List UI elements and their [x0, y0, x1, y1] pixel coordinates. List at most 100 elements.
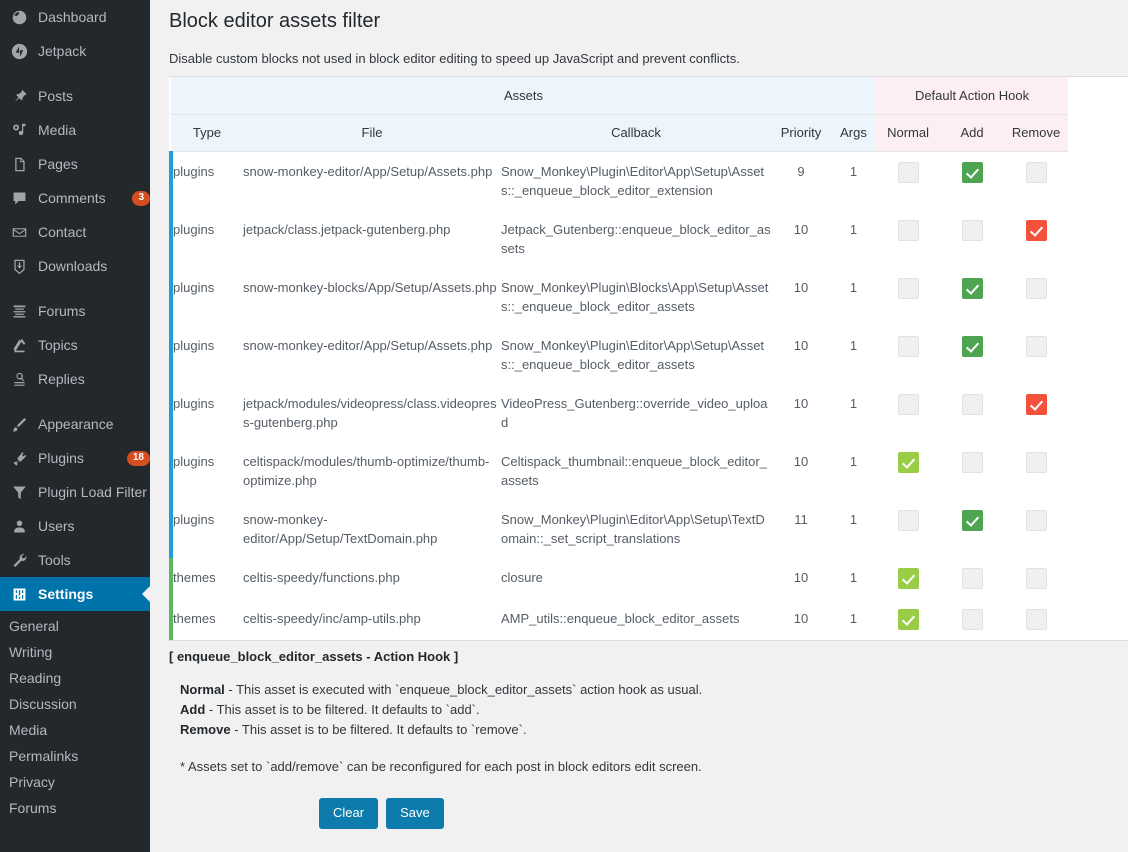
cell-add: [940, 499, 1005, 558]
add-checkbox[interactable]: [961, 277, 983, 299]
add-checkbox[interactable]: [961, 219, 983, 241]
add-checkbox[interactable]: [961, 567, 983, 589]
cell-type: themes: [169, 557, 243, 599]
assets-table: Assets Default Action Hook Type File Cal…: [169, 77, 1069, 640]
sidebar-item-dashboard[interactable]: Dashboard: [0, 0, 150, 34]
sidebar-item-settings[interactable]: Settings: [0, 577, 150, 611]
filter-icon: [9, 482, 29, 502]
sidebar-item-plugin-load-filter[interactable]: Plugin Load Filter: [0, 475, 150, 509]
cell-add: [940, 325, 1005, 384]
normal-checkbox[interactable]: [897, 451, 919, 473]
table-row: plugins snow-monkey-editor/App/Setup/Asse…: [169, 325, 1069, 384]
submenu-item-media[interactable]: Media: [0, 717, 150, 743]
sidebar-item-posts[interactable]: Posts: [0, 79, 150, 113]
cell-file: celtis-speedy/inc/amp-utils.php: [243, 598, 501, 640]
sidebar-item-appearance[interactable]: Appearance: [0, 407, 150, 441]
remove-checkbox[interactable]: [1025, 161, 1047, 183]
cell-type: themes: [169, 598, 243, 640]
cell-remove: [1004, 441, 1069, 500]
cell-file: snow-monkey-editor/App/Setup/Assets.php: [243, 151, 501, 210]
normal-checkbox[interactable]: [897, 608, 919, 630]
add-checkbox[interactable]: [961, 161, 983, 183]
remove-checkbox[interactable]: [1025, 219, 1047, 241]
submenu-item-privacy[interactable]: Privacy: [0, 769, 150, 795]
sidebar-item-jetpack[interactable]: Jetpack: [0, 34, 150, 68]
save-button[interactable]: Save: [386, 798, 444, 830]
sidebar-item-users[interactable]: Users: [0, 509, 150, 543]
column-header-add: Add: [940, 114, 1005, 152]
cell-priority: 10: [771, 209, 831, 268]
submenu-item-forums[interactable]: Forums: [0, 795, 150, 821]
add-checkbox[interactable]: [961, 393, 983, 415]
remove-checkbox[interactable]: [1025, 567, 1047, 589]
normal-checkbox[interactable]: [897, 161, 919, 183]
cell-normal: [876, 209, 941, 268]
main-content: Block editor assets filter Disable custo…: [150, 0, 1128, 852]
cell-file: celtispack/modules/thumb-optimize/thumb-…: [243, 441, 501, 500]
table-row: themes celtis-speedy/inc/amp-utils.php AMP…: [169, 598, 1069, 640]
normal-checkbox[interactable]: [897, 509, 919, 531]
clear-button[interactable]: Clear: [319, 798, 379, 830]
remove-checkbox[interactable]: [1025, 277, 1047, 299]
sidebar-item-contact[interactable]: Contact: [0, 215, 150, 249]
remove-checkbox[interactable]: [1025, 393, 1047, 415]
add-checkbox[interactable]: [961, 451, 983, 473]
add-checkbox[interactable]: [961, 509, 983, 531]
normal-checkbox[interactable]: [897, 393, 919, 415]
legend-list: Normal - This asset is executed with `en…: [169, 680, 1029, 740]
column-header-args: Args: [831, 114, 877, 152]
cell-normal: [876, 441, 941, 500]
remove-checkbox[interactable]: [1025, 608, 1047, 630]
remove-checkbox[interactable]: [1025, 451, 1047, 473]
add-checkbox[interactable]: [961, 608, 983, 630]
normal-checkbox[interactable]: [897, 567, 919, 589]
sidebar-item-label: Topics: [38, 337, 78, 353]
legend-term: Add: [180, 702, 206, 717]
sidebar-item-label: Dashboard: [38, 9, 107, 25]
cell-add: [940, 383, 1005, 442]
submenu-item-reading[interactable]: Reading: [0, 665, 150, 691]
sidebar-item-forums[interactable]: Forums: [0, 294, 150, 328]
topics-icon: [9, 335, 29, 355]
cell-args: 1: [831, 499, 877, 558]
admin-page: Dashboard Jetpack Posts Media Pages Comments 3…: [0, 0, 1128, 852]
normal-checkbox[interactable]: [897, 219, 919, 241]
sidebar-item-topics[interactable]: Topics: [0, 328, 150, 362]
submenu-item-discussion[interactable]: Discussion: [0, 691, 150, 717]
settings-icon: [9, 584, 29, 604]
envelope-icon: [9, 222, 29, 242]
submenu-item-writing[interactable]: Writing: [0, 639, 150, 665]
settings-submenu: General Writing Reading Discussion Media Perm…: [0, 611, 150, 829]
normal-checkbox[interactable]: [897, 335, 919, 357]
sidebar-item-plugins[interactable]: Plugins 18: [0, 441, 150, 475]
sidebar-item-comments[interactable]: Comments 3: [0, 181, 150, 215]
sidebar-item-tools[interactable]: Tools: [0, 543, 150, 577]
sidebar-item-downloads[interactable]: Downloads: [0, 249, 150, 283]
sidebar-item-label: Pages: [38, 156, 78, 172]
table-row: themes celtis-speedy/functions.php closure…: [169, 557, 1069, 599]
sidebar-item-pages[interactable]: Pages: [0, 147, 150, 181]
cell-type: plugins: [169, 267, 243, 326]
submenu-item-general[interactable]: General: [0, 613, 150, 639]
sidebar-item-media[interactable]: Media: [0, 113, 150, 147]
cell-type: plugins: [169, 499, 243, 558]
submenu-item-permalinks[interactable]: Permalinks: [0, 743, 150, 769]
remove-checkbox[interactable]: [1025, 335, 1047, 357]
legend-title: [ enqueue_block_editor_assets - Action H…: [169, 649, 459, 664]
cell-args: 1: [831, 151, 877, 210]
cell-file: jetpack/class.jetpack-gutenberg.php: [243, 209, 501, 268]
normal-checkbox[interactable]: [897, 277, 919, 299]
cell-add: [940, 151, 1005, 210]
legend-entry: Remove - This asset is to be filtered. I…: [180, 720, 1029, 740]
page-title: Block editor assets filter: [169, 10, 381, 32]
column-header-priority: Priority: [771, 114, 831, 152]
download-icon: [9, 256, 29, 276]
page-description: Disable custom blocks not used in block …: [169, 51, 740, 66]
sidebar-item-replies[interactable]: Replies: [0, 362, 150, 396]
add-checkbox[interactable]: [961, 335, 983, 357]
remove-checkbox[interactable]: [1025, 509, 1047, 531]
group-header-row: Assets Default Action Hook: [171, 77, 1069, 115]
cell-add: [940, 441, 1005, 500]
sidebar-item-badge: 18: [126, 450, 150, 466]
legend-note: * Assets set to `add/remove` can be reco…: [180, 759, 702, 774]
